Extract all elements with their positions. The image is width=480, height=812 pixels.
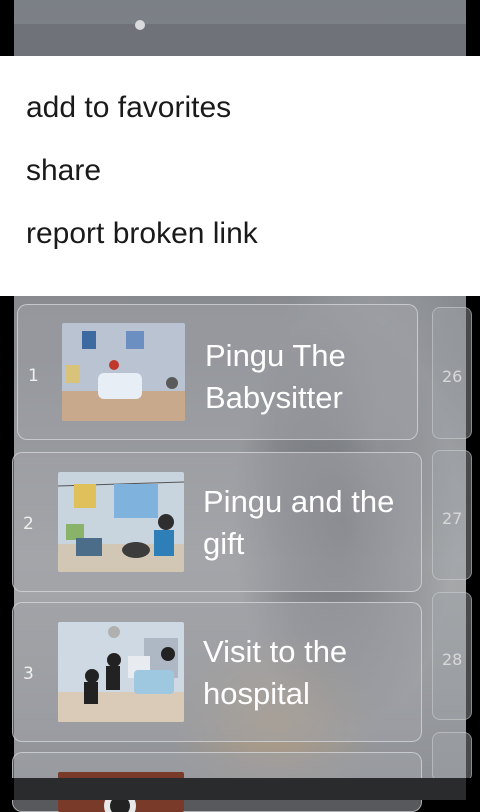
side-card-number: 26 bbox=[442, 367, 463, 386]
episode-number: 2 bbox=[23, 514, 34, 534]
context-menu: add to favorites share report broken lin… bbox=[0, 56, 480, 296]
menu-item-add-to-favorites[interactable]: add to favorites bbox=[26, 91, 231, 125]
side-card-number: 27 bbox=[442, 509, 463, 528]
menu-item-share[interactable]: share bbox=[26, 154, 101, 188]
side-card-27[interactable]: 27 bbox=[432, 450, 472, 580]
episode-title: Pingu The Babysitter bbox=[205, 338, 346, 415]
episode-card-3[interactable]: 3 Visit to the hospital bbox=[12, 602, 422, 742]
side-card-28[interactable]: 28 bbox=[432, 592, 472, 720]
side-card-26[interactable]: 26 bbox=[432, 307, 472, 439]
page-indicator-dot bbox=[135, 20, 145, 30]
episode-thumbnail bbox=[62, 323, 185, 421]
header-strip bbox=[14, 24, 466, 56]
episode-thumbnail bbox=[58, 472, 184, 572]
bottom-overlay bbox=[14, 778, 466, 800]
episode-card-2[interactable]: 2 Pingu and the gift bbox=[12, 452, 422, 592]
episode-title: Visit to the hospital bbox=[203, 634, 348, 711]
side-card-29[interactable] bbox=[432, 732, 472, 782]
episode-title: Pingu and the gift bbox=[203, 484, 395, 561]
menu-item-report-broken-link[interactable]: report broken link bbox=[26, 217, 258, 251]
episode-number: 1 bbox=[28, 366, 39, 386]
episode-number: 3 bbox=[23, 664, 34, 684]
side-card-number: 28 bbox=[442, 650, 463, 669]
episode-thumbnail bbox=[58, 622, 184, 722]
episode-card-1[interactable]: 1 Pingu The Babysitter bbox=[17, 304, 418, 440]
